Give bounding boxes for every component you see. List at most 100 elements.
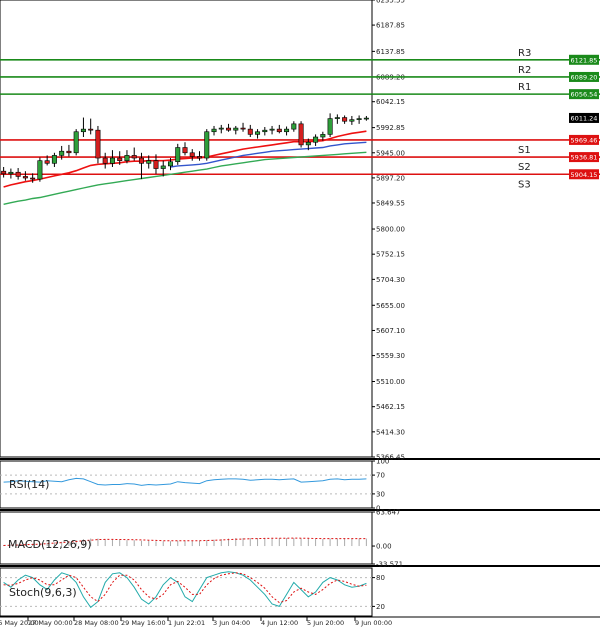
last-price-label: 6011.24 xyxy=(571,114,598,122)
y-tick-label: 5945.00 xyxy=(376,149,405,157)
candle-body xyxy=(334,117,340,119)
level-name-s2: S2 xyxy=(518,162,531,173)
candle-body xyxy=(37,160,43,180)
rsi-y-tick-label: 100 xyxy=(376,458,389,466)
candle-body xyxy=(226,127,232,131)
candle-body xyxy=(109,157,115,164)
y-tick-label: 5849.55 xyxy=(376,199,405,207)
rsi-title: RSI(14) xyxy=(9,478,49,491)
candle-body xyxy=(146,160,152,164)
candle-body xyxy=(327,118,333,135)
macd-y-tick-label: -33.571 xyxy=(376,561,403,569)
macd-y-tick-label: 0.00 xyxy=(376,543,392,551)
candle-body xyxy=(262,129,268,133)
y-tick-label: 5607.10 xyxy=(376,327,405,335)
level-name-s1: S1 xyxy=(518,145,531,156)
candle-body xyxy=(30,177,36,180)
panel-frame-1 xyxy=(0,460,373,509)
level-price-label-s1: 5969.46 xyxy=(571,136,598,144)
candle-body xyxy=(247,128,253,135)
x-tick-label: 5 Jun 20:00 xyxy=(307,619,344,627)
x-tick-label: 29 May 16:00 xyxy=(121,619,166,627)
y-tick-label: 5992.85 xyxy=(376,124,405,132)
y-tick-label: 5414.30 xyxy=(376,428,405,436)
candle-body xyxy=(363,117,369,120)
candle-body xyxy=(95,129,101,159)
x-tick-label: 27 May 00:00 xyxy=(28,619,73,627)
level-price-label-r2: 6089.20 xyxy=(571,73,598,81)
y-tick-label: 5462.15 xyxy=(376,403,405,411)
candle-body xyxy=(313,136,319,143)
candle-body xyxy=(124,155,130,161)
level-name-r2: R2 xyxy=(518,65,531,76)
candle-body xyxy=(66,150,72,154)
candle-body xyxy=(80,128,86,133)
stoch-y-tick-label: 80 xyxy=(376,574,385,582)
candle-body xyxy=(342,117,348,122)
candle-body xyxy=(22,176,28,179)
candle-body xyxy=(320,134,326,138)
x-tick-label: 3 Jun 04:00 xyxy=(213,619,250,627)
candle-body xyxy=(1,170,7,175)
candle-body xyxy=(240,127,246,130)
stoch-y-tick-label: 20 xyxy=(376,603,385,611)
candle-body xyxy=(73,131,79,154)
candle-body xyxy=(197,156,203,159)
candle-body xyxy=(298,123,304,146)
level-price-label-s2: 5936.81 xyxy=(571,154,598,162)
candle-body xyxy=(269,128,275,131)
candle-body xyxy=(276,128,282,133)
y-tick-label: 5800.00 xyxy=(376,226,405,234)
level-price-label-r3: 6121.85 xyxy=(571,56,598,64)
candle-body xyxy=(117,157,123,161)
x-tick-label: 4 Jun 12:00 xyxy=(261,619,298,627)
candle-body xyxy=(356,118,362,120)
y-tick-label: 6187.85 xyxy=(376,22,405,30)
trading-chart: 6235.55 6187.85 6137.85 6089.20 6042.15 5992.… xyxy=(0,0,600,627)
candle-body xyxy=(44,160,50,164)
candle-body xyxy=(88,128,94,131)
candle-body xyxy=(51,155,57,164)
y-tick-label: 6137.85 xyxy=(376,48,405,56)
candle-body xyxy=(305,141,311,146)
panel-frame-0 xyxy=(0,0,373,458)
rsi-y-tick-label: 30 xyxy=(376,490,385,498)
y-tick-label: 6042.15 xyxy=(376,98,405,106)
candle-body xyxy=(218,127,224,130)
x-tick-label: 1 Jun 22:01 xyxy=(168,619,205,627)
y-tick-label: 6235.55 xyxy=(376,0,405,5)
rsi-y-tick-label: 70 xyxy=(376,472,385,480)
candle-body xyxy=(189,152,195,157)
level-name-r3: R3 xyxy=(518,48,531,59)
candle-body xyxy=(204,131,210,159)
y-tick-label: 5897.20 xyxy=(376,174,405,182)
candle-body xyxy=(175,147,181,163)
candle-body xyxy=(291,123,297,130)
candle-body xyxy=(138,157,144,164)
candle-body xyxy=(8,171,14,175)
candle-body xyxy=(153,160,159,169)
candle-body xyxy=(233,127,239,131)
y-tick-label: 5752.15 xyxy=(376,251,405,259)
candle-body xyxy=(160,165,166,169)
candle-body xyxy=(102,157,108,164)
candle-body xyxy=(167,161,173,167)
level-name-r1: R1 xyxy=(518,82,531,93)
level-name-s3: S3 xyxy=(518,179,531,190)
candle-body xyxy=(211,128,217,133)
candle-body xyxy=(349,119,355,122)
macd-y-tick-label: 63.647 xyxy=(376,509,401,517)
macd-title: MACD(12,26,9) xyxy=(8,538,92,551)
level-price-label-s3: 5904.15 xyxy=(571,171,598,179)
candle-body xyxy=(131,155,137,159)
candle-body xyxy=(284,128,290,133)
y-tick-label: 5655.00 xyxy=(376,302,405,310)
stoch-title: Stoch(9,6,3) xyxy=(9,586,77,599)
candle-body xyxy=(255,131,261,135)
y-tick-label: 5510.00 xyxy=(376,378,405,386)
candle-body xyxy=(15,171,21,177)
candle-body xyxy=(182,147,188,154)
y-tick-label: 5559.30 xyxy=(376,352,405,360)
x-tick-label: 9 Jun 00:00 xyxy=(355,619,392,627)
x-tick-label: 28 May 08:00 xyxy=(74,619,119,627)
